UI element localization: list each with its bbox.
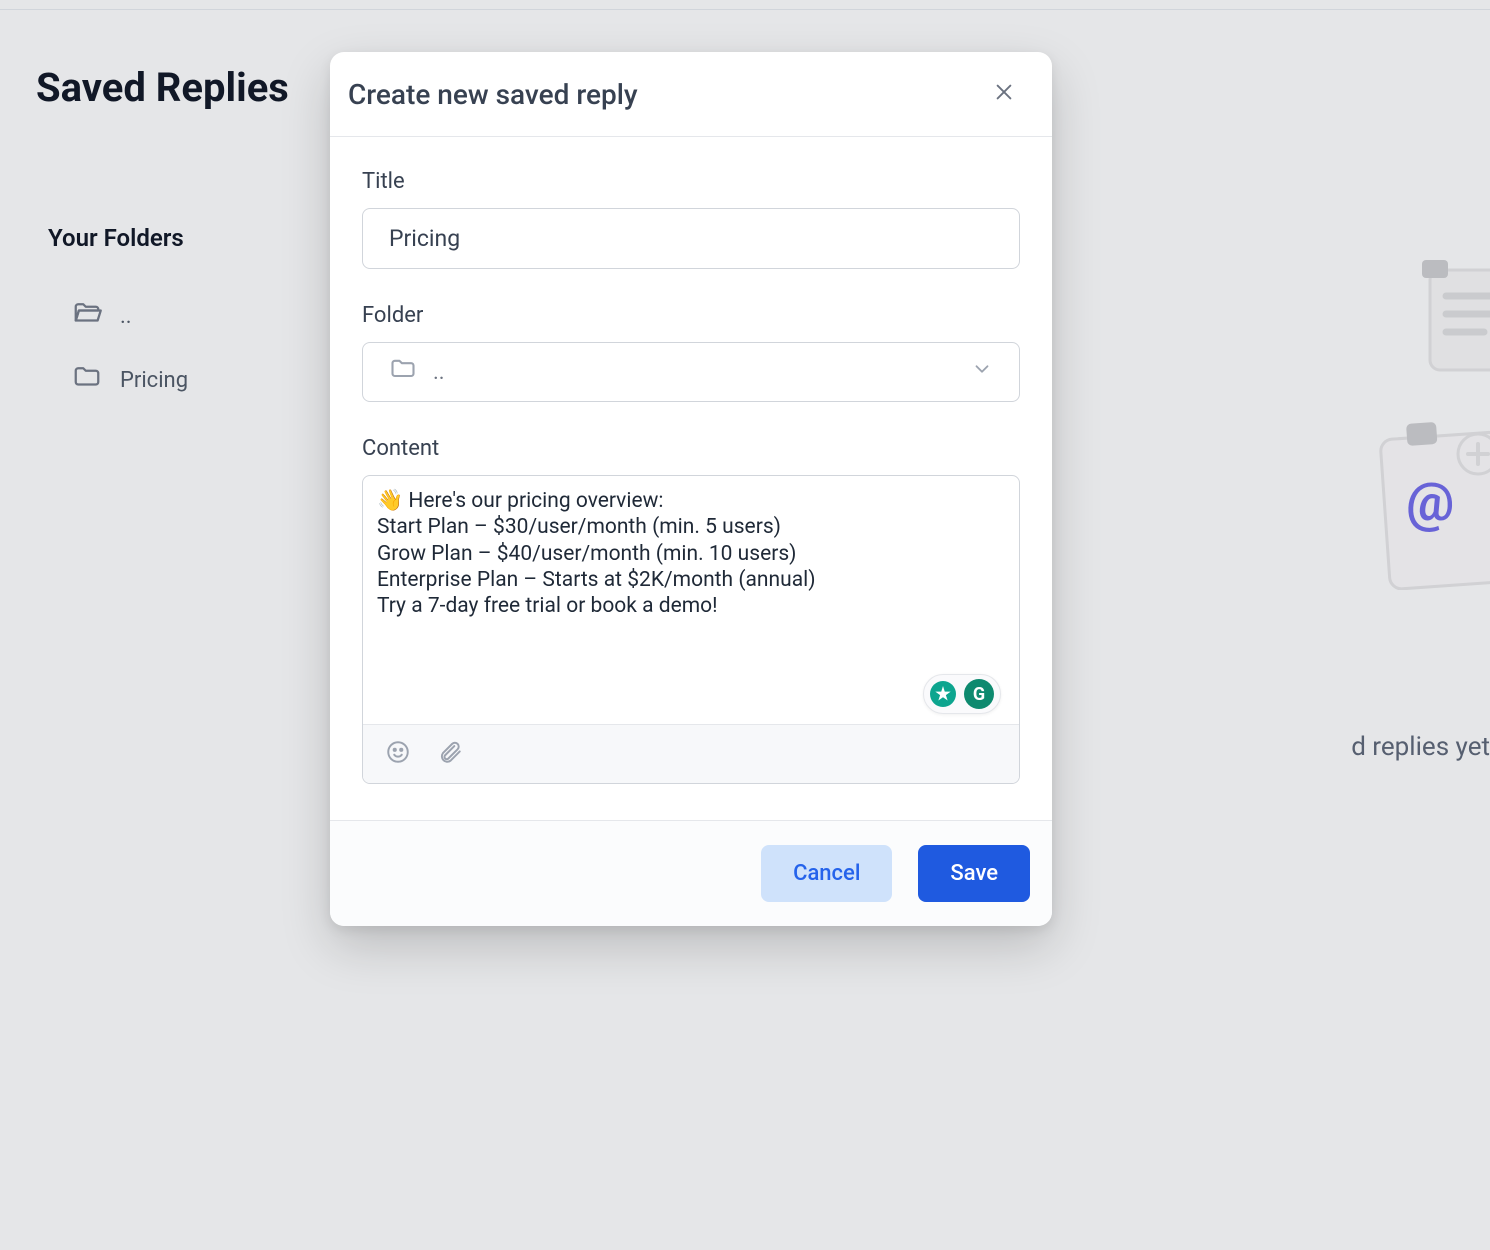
attach-button[interactable] bbox=[437, 739, 463, 769]
content-editor[interactable]: 👋 Here's our pricing overview: Start Pla… bbox=[363, 476, 1019, 724]
grammarly-icon: G bbox=[964, 679, 994, 709]
folder-icon bbox=[389, 355, 417, 389]
folder-item-label: Pricing bbox=[120, 368, 188, 393]
title-input[interactable] bbox=[362, 208, 1020, 269]
folder-item-parent[interactable]: .. bbox=[68, 284, 192, 348]
title-label: Title bbox=[362, 169, 1020, 194]
writing-assistant-badge[interactable]: G bbox=[923, 674, 1001, 714]
paperclip-icon bbox=[437, 739, 463, 769]
folders-heading: Your Folders bbox=[48, 224, 184, 252]
folder-open-icon bbox=[72, 298, 102, 334]
editor-toolbar bbox=[363, 724, 1019, 783]
folder-select[interactable]: .. bbox=[362, 342, 1020, 402]
top-divider bbox=[0, 9, 1490, 10]
cancel-button[interactable]: Cancel bbox=[761, 845, 892, 902]
emoji-button[interactable] bbox=[385, 739, 411, 769]
folder-item-label: .. bbox=[120, 304, 132, 329]
empty-state-text: d replies yet bbox=[1351, 732, 1490, 762]
folder-label: Folder bbox=[362, 303, 1020, 328]
create-saved-reply-modal: Create new saved reply Title Folder bbox=[330, 52, 1052, 926]
close-icon bbox=[993, 81, 1015, 107]
modal-body: Title Folder .. bbox=[330, 137, 1052, 820]
smiley-icon bbox=[385, 739, 411, 769]
modal-footer: Cancel Save bbox=[330, 820, 1052, 926]
modal-title: Create new saved reply bbox=[348, 78, 638, 111]
title-group: Title bbox=[362, 169, 1020, 269]
folder-select-value: .. bbox=[433, 360, 445, 385]
page-title: Saved Replies bbox=[36, 64, 289, 111]
svg-text:@: @ bbox=[1406, 471, 1454, 534]
folder-group: Folder .. bbox=[362, 303, 1020, 402]
folder-icon bbox=[72, 362, 102, 398]
folder-list: .. Pricing bbox=[68, 284, 192, 412]
modal-header: Create new saved reply bbox=[330, 52, 1052, 137]
folder-item-pricing[interactable]: Pricing bbox=[68, 348, 192, 412]
content-label: Content bbox=[362, 436, 1020, 461]
assistant-star-icon bbox=[930, 681, 956, 707]
chevron-down-icon bbox=[971, 358, 993, 386]
empty-state-illustration: @ bbox=[1350, 260, 1490, 594]
save-button[interactable]: Save bbox=[918, 845, 1030, 902]
content-box: 👋 Here's our pricing overview: Start Pla… bbox=[362, 475, 1020, 784]
close-button[interactable] bbox=[984, 74, 1024, 114]
content-group: Content 👋 Here's our pricing overview: S… bbox=[362, 436, 1020, 784]
